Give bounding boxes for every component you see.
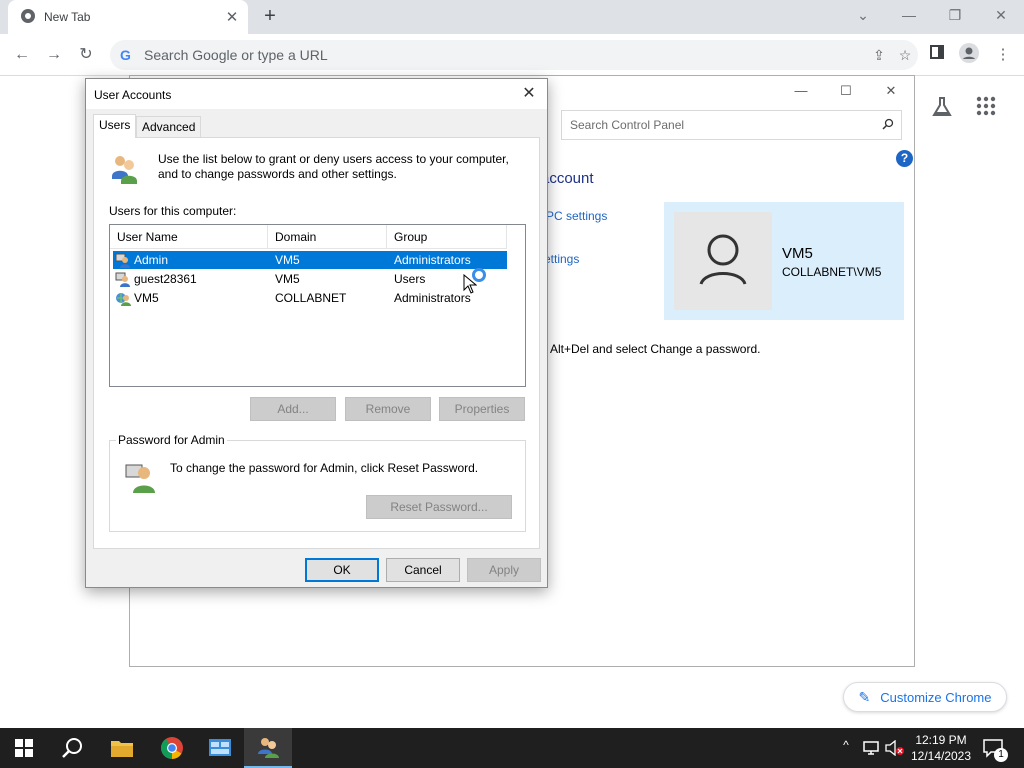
profile-avatar[interactable] — [956, 43, 982, 67]
user-name: VM5 — [782, 245, 813, 262]
table-row[interactable]: guest28361 VM5 Users — [113, 270, 507, 288]
domain-user-icon — [115, 290, 131, 306]
table-row[interactable]: VM5 COLLABNET Administrators — [113, 289, 507, 307]
password-user-icon — [124, 461, 158, 495]
close-window-button[interactable]: ✕ — [978, 4, 1024, 28]
cell-user: guest28361 — [134, 272, 197, 286]
google-apps-icon[interactable] — [976, 96, 1004, 122]
add-user-button[interactable]: Add... — [250, 397, 336, 421]
cp-search-placeholder: Search Control Panel — [570, 118, 685, 132]
tab-advanced[interactable]: Advanced — [136, 116, 202, 137]
user-tile: VM5 COLLABNET\VM5 — [664, 202, 904, 320]
column-header-domain[interactable]: Domain — [268, 225, 387, 249]
intro-text: Use the list below to grant or deny user… — [158, 152, 518, 182]
reset-password-button[interactable]: Reset Password... — [366, 495, 512, 519]
control-panel-search-input[interactable]: Search Control Panel — [561, 110, 902, 140]
user-avatar-icon — [674, 212, 772, 310]
dialog-close-button[interactable]: ✕ — [514, 81, 544, 107]
column-header-group[interactable]: Group — [387, 225, 507, 249]
close-icon[interactable]: ✕ — [222, 8, 242, 26]
cp-close-button[interactable]: ✕ — [868, 78, 914, 104]
network-icon[interactable] — [862, 740, 880, 759]
password-group: Password for Admin To change the passwor… — [109, 433, 526, 532]
users-tab-panel: Use the list below to grant or deny user… — [93, 137, 540, 549]
intro-line-1: Use the list below to grant or deny user… — [158, 152, 509, 166]
new-tab-button[interactable]: + — [258, 6, 282, 28]
pc-settings-link[interactable]: PC settings — [546, 209, 607, 223]
notification-count-badge: 1 — [994, 748, 1008, 762]
intro-line-2: and to change passwords and other settin… — [158, 167, 397, 181]
properties-button[interactable]: Properties — [439, 397, 525, 421]
cp-minimize-button[interactable]: — — [778, 78, 824, 104]
mouse-pointer-icon — [463, 273, 478, 297]
chrome-favicon-icon — [20, 8, 36, 27]
search-icon[interactable] — [48, 728, 96, 768]
cell-domain: VM5 — [275, 272, 300, 286]
omnibox-placeholder: Search Google or type a URL — [144, 47, 328, 63]
reload-icon[interactable]: ↻ — [74, 43, 98, 67]
chrome-tab[interactable]: New Tab ✕ — [8, 0, 248, 34]
file-explorer-icon[interactable] — [98, 728, 146, 768]
page-title: account — [541, 170, 594, 187]
cancel-button[interactable]: Cancel — [386, 558, 460, 582]
cell-group: Users — [394, 272, 426, 286]
back-icon[interactable]: ← — [10, 43, 34, 67]
help-icon[interactable]: ? — [896, 150, 913, 167]
cell-domain: COLLABNET — [275, 291, 347, 305]
cell-domain: VM5 — [275, 253, 300, 267]
chrome-icon[interactable] — [148, 728, 196, 768]
tab-users[interactable]: Users — [93, 114, 137, 138]
share-icon[interactable]: ⇪ — [866, 47, 892, 64]
user-domain: COLLABNET\VM5 — [782, 265, 882, 279]
taskbar: ^ 12:19 PM 12/14/2023 1 — [0, 728, 1024, 768]
tab-search-icon[interactable]: ⌄ — [840, 4, 886, 28]
control-panel-icon[interactable] — [196, 728, 244, 768]
google-icon: G — [120, 47, 131, 63]
users-list[interactable]: User Name Domain Group Admin VM5 Adminis… — [109, 224, 526, 387]
chevron-up-icon[interactable]: ^ — [838, 738, 854, 752]
settings-link[interactable]: ettings — [544, 252, 579, 266]
column-header-user-name[interactable]: User Name — [110, 225, 268, 249]
minimize-button[interactable]: — — [886, 4, 932, 28]
labs-flask-icon[interactable] — [928, 96, 956, 122]
search-icon — [875, 118, 901, 133]
more-menu-icon[interactable]: ⋮ — [990, 43, 1016, 67]
pencil-icon: ✎ — [858, 688, 871, 705]
customize-label: Customize Chrome — [880, 689, 992, 705]
change-password-hint: Alt+Del and select Change a password. — [550, 342, 761, 356]
user-accounts-taskbar-icon[interactable] — [244, 728, 292, 768]
restore-button[interactable]: ❐ — [932, 4, 978, 28]
volume-muted-icon[interactable] — [885, 739, 905, 759]
bookmark-star-icon[interactable]: ☆ — [892, 47, 918, 64]
forward-icon[interactable]: → — [42, 43, 66, 67]
dialog-title: User Accounts — [94, 88, 172, 102]
table-row[interactable]: Admin VM5 Administrators — [113, 251, 507, 269]
apply-button[interactable]: Apply — [467, 558, 541, 582]
users-group-icon — [108, 152, 142, 186]
user-accounts-dialog: User Accounts ✕ Users Advanced Use the l… — [85, 78, 548, 588]
cp-maximize-button[interactable]: ☐ — [823, 78, 869, 104]
cell-user: VM5 — [134, 291, 159, 305]
remove-user-button[interactable]: Remove — [345, 397, 431, 421]
cell-group: Administrators — [394, 253, 471, 267]
dialog-titlebar: User Accounts ✕ — [86, 79, 547, 109]
user-icon — [115, 271, 131, 287]
cell-user: Admin — [134, 253, 169, 267]
windows-start-icon[interactable] — [0, 728, 48, 768]
tab-title: New Tab — [44, 10, 91, 24]
password-group-label: Password for Admin — [116, 433, 227, 447]
omnibox[interactable]: G Search Google or type a URL ⇪ ☆ — [110, 40, 918, 70]
password-instructions: To change the password for Admin, click … — [170, 461, 479, 475]
ok-button[interactable]: OK — [305, 558, 379, 582]
list-header: User Name Domain Group — [110, 225, 507, 249]
customize-chrome-button[interactable]: ✎ Customize Chrome — [843, 682, 1007, 712]
clock-date[interactable]: 12/14/2023 — [906, 749, 976, 763]
clock-time[interactable]: 12:19 PM — [906, 733, 976, 747]
users-list-label: Users for this computer: — [109, 204, 237, 218]
user-icon — [115, 252, 131, 268]
cell-group: Administrators — [394, 291, 471, 305]
side-panel-icon[interactable] — [924, 43, 950, 67]
